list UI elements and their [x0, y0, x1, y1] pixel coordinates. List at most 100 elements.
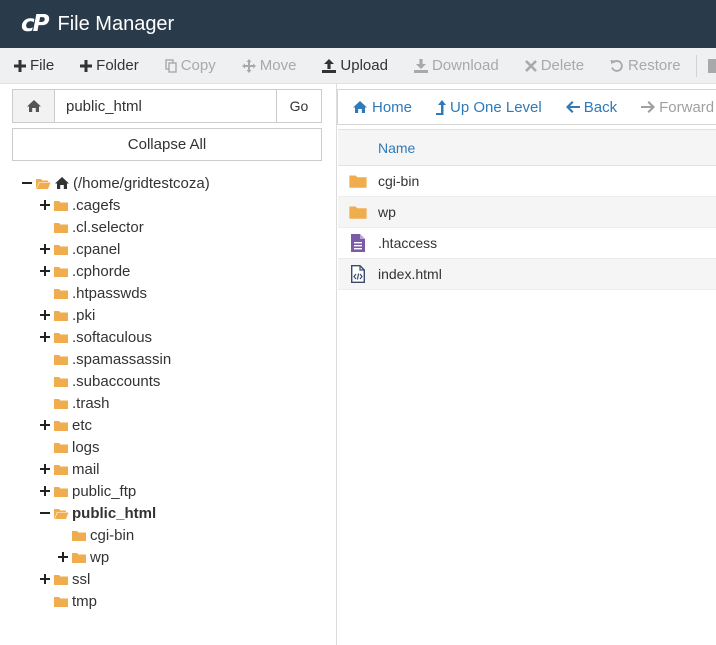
expand-icon[interactable]	[39, 244, 51, 254]
tree-item-label: .trash	[72, 394, 110, 412]
path-input[interactable]	[55, 90, 276, 122]
folder-icon	[53, 265, 69, 278]
folder-icon	[53, 199, 69, 212]
tree-item-trash[interactable]: .trash	[39, 392, 110, 414]
expand-icon[interactable]	[39, 464, 51, 474]
collapse-all-button[interactable]: Collapse All	[12, 128, 322, 161]
toolbar-button-label: Upload	[340, 57, 388, 74]
file-row[interactable]: cgi-bin	[338, 166, 716, 197]
toolbar-button-label: Copy	[180, 57, 216, 74]
app-title: File Manager	[57, 12, 175, 35]
expand-icon[interactable]	[39, 310, 51, 320]
tree-item-label: .spamassassin	[72, 350, 172, 368]
nav-forward-button[interactable]: Forward	[629, 99, 716, 116]
tree-item-tmp[interactable]: tmp	[39, 590, 97, 612]
nav-button-label: Home	[372, 98, 413, 116]
tree-item-wp[interactable]: wp	[57, 546, 109, 568]
go-button[interactable]: Go	[276, 90, 321, 122]
download-icon	[413, 58, 428, 73]
tree-item-label: public_ftp	[72, 482, 137, 500]
folder-icon	[53, 397, 69, 410]
folder-icon	[53, 419, 69, 432]
toolbar-restore-button[interactable]: Restore	[597, 48, 694, 83]
app-header: cP File Manager	[0, 0, 716, 48]
tree-item-public-html[interactable]: public_html	[39, 502, 156, 524]
arrow-left-icon	[565, 101, 580, 113]
expand-icon[interactable]	[39, 332, 51, 342]
folder-open-icon	[35, 177, 51, 190]
tree-item-label: .cagefs	[72, 196, 121, 214]
tree-item-label: public_html	[72, 504, 157, 522]
folder-icon	[53, 353, 69, 366]
folder-icon	[338, 204, 378, 220]
toolbar-delete-button[interactable]: Delete	[512, 48, 597, 83]
file-row[interactable]: .htaccess	[338, 228, 716, 259]
toolbar-move-button[interactable]: Move	[229, 48, 310, 83]
collapse-icon[interactable]	[21, 178, 33, 188]
tree-item-mail[interactable]: mail	[39, 458, 100, 480]
cpanel-logo[interactable]: cP	[21, 11, 49, 37]
path-home-button[interactable]	[13, 90, 55, 122]
tree-item-subaccounts[interactable]: .subaccounts	[39, 370, 160, 392]
toolbar-button-label: Delete	[540, 57, 585, 74]
tree-item-label: mail	[72, 460, 100, 478]
tree-item-cphorde[interactable]: .cphorde	[39, 260, 130, 282]
move-icon	[241, 58, 256, 73]
toolbar-folder-button[interactable]: Folder	[67, 48, 152, 83]
expand-icon[interactable]	[57, 552, 69, 562]
nav-back-button[interactable]: Back	[554, 99, 629, 116]
tree-item-spamassassin[interactable]: .spamassassin	[39, 348, 171, 370]
toolbar-copy-button[interactable]: Copy	[152, 48, 229, 83]
home-icon	[26, 100, 41, 112]
column-name-header[interactable]: Name	[378, 140, 415, 156]
tree-item-cgi-bin[interactable]: cgi-bin	[57, 524, 134, 546]
tree-item-softaculous[interactable]: .softaculous	[39, 326, 152, 348]
plus-icon	[80, 59, 93, 72]
tree-item-label: .cpanel	[72, 240, 121, 258]
arrow-right-icon	[641, 101, 656, 113]
tree-item-label: (/home/gridtestcoza)	[73, 174, 210, 192]
toolbar-upload-button[interactable]: Upload	[309, 48, 401, 83]
folder-icon	[53, 595, 69, 608]
tree-item-label: .htpasswds	[72, 284, 148, 302]
tree-item-ssl[interactable]: ssl	[39, 568, 90, 590]
nav-button-label: Forward	[659, 98, 715, 116]
folder-icon	[53, 331, 69, 344]
toolbar-button-label: Restore	[628, 57, 681, 74]
toolbar-file-button[interactable]: File	[0, 48, 67, 83]
folder-icon	[53, 309, 69, 322]
pane-divider[interactable]	[336, 84, 337, 645]
tree-item-cl-selector[interactable]: .cl.selector	[39, 216, 144, 238]
copy-icon	[165, 58, 177, 73]
tree-item-pki[interactable]: .pki	[39, 304, 95, 326]
nav-up-one-level-button[interactable]: Up One Level	[424, 99, 554, 116]
tree-item-label: .cl.selector	[72, 218, 144, 236]
tree-item-label: cgi-bin	[90, 526, 135, 544]
nav-home-button[interactable]: Home	[338, 99, 424, 116]
expand-icon[interactable]	[39, 420, 51, 430]
toolbar-button-label: Move	[259, 57, 297, 74]
tree-item-etc[interactable]: etc	[39, 414, 92, 436]
file-row[interactable]: wp	[338, 197, 716, 228]
tree-item-public-ftp[interactable]: public_ftp	[39, 480, 136, 502]
expand-icon[interactable]	[39, 574, 51, 584]
expand-icon[interactable]	[39, 266, 51, 276]
folder-icon	[71, 529, 87, 542]
toolbar-download-button[interactable]: Download	[401, 48, 512, 83]
toolbar-more-icon[interactable]	[708, 58, 716, 73]
home-icon	[352, 100, 368, 114]
tree-item-cagefs[interactable]: .cagefs	[39, 194, 120, 216]
collapse-icon[interactable]	[39, 508, 51, 518]
toolbar-button-label: File	[30, 57, 55, 74]
tree-item-logs[interactable]: logs	[39, 436, 100, 458]
file-list: Name cgi-bin wp .htaccess index.html	[338, 129, 716, 290]
tree-item-label: etc	[72, 416, 93, 434]
expand-icon[interactable]	[39, 486, 51, 496]
tree-item-cpanel[interactable]: .cpanel	[39, 238, 120, 260]
expand-icon[interactable]	[39, 200, 51, 210]
tree-item-htpasswds[interactable]: .htpasswds	[39, 282, 147, 304]
home-icon	[54, 176, 70, 190]
tree-item-label: ssl	[72, 570, 91, 588]
tree-item-home-gridtestcoza[interactable]: (/home/gridtestcoza)	[21, 172, 210, 194]
file-row[interactable]: index.html	[338, 259, 716, 290]
